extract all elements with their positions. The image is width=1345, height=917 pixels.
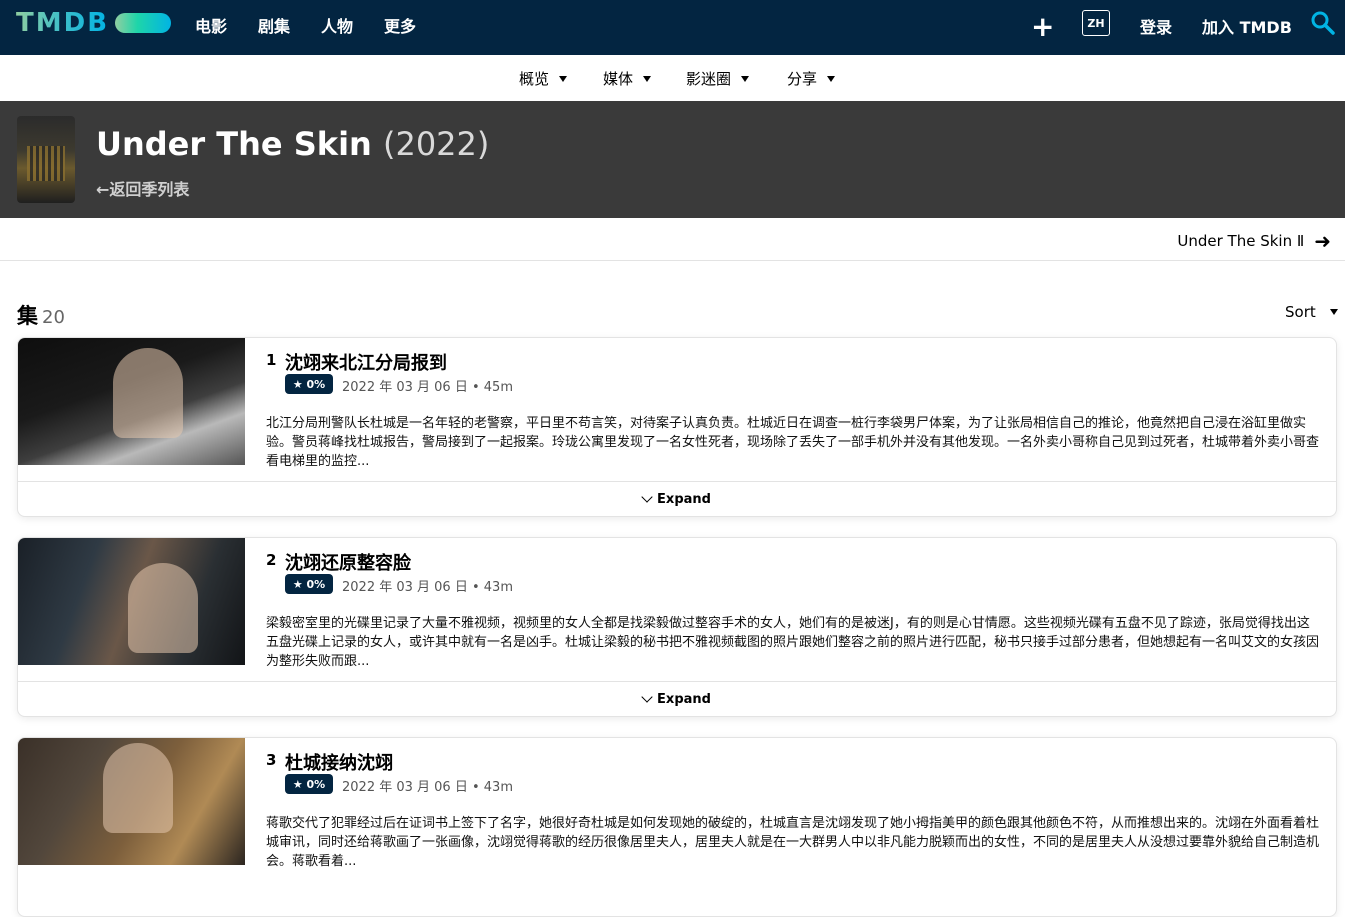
caret-down-icon <box>643 75 652 82</box>
rating-badge: ★ 0% <box>285 374 333 394</box>
still-figure <box>113 348 183 438</box>
caret-down-icon <box>1329 309 1338 315</box>
arrow-right-icon: ➜ <box>1314 229 1331 253</box>
runtime: 45m <box>483 380 513 395</box>
show-title[interactable]: Under The Skin (2022) <box>96 125 489 163</box>
still-figure <box>103 743 173 833</box>
subnav-fandom-label: 影迷圈 <box>686 70 732 88</box>
air-date: 2022 年 03 月 06 日 <box>342 380 468 395</box>
sort-dropdown[interactable]: Sort <box>1285 303 1338 321</box>
episode-still[interactable] <box>18 338 245 465</box>
caret-down-icon <box>741 75 750 82</box>
logo-pill <box>115 13 172 33</box>
search-icon[interactable] <box>1310 10 1336 36</box>
divider <box>0 260 1345 261</box>
episode-card: 3 杜城接纳沈翊 ★ 0% 2022 年 03 月 06 日 • 43m 蒋歌交… <box>17 737 1337 917</box>
expand-button[interactable]: Expand <box>18 481 1336 516</box>
top-navbar: TMDB 电影 剧集 人物 更多 + ZH 登录 加入 TMDB <box>0 0 1345 55</box>
sub-navbar: 概览 媒体 影迷圈 分享 <box>0 55 1345 101</box>
next-season-label: Under The Skin Ⅱ <box>1177 232 1305 250</box>
caret-down-icon <box>559 75 568 82</box>
back-arrow-icon: ← <box>96 180 110 199</box>
chevron-down-icon <box>641 491 653 503</box>
sort-label: Sort <box>1285 303 1316 321</box>
episode-overview: 梁毅密室里的光碟里记录了大量不雅视频，视频里的女人全都是找梁毅做过整容手术的女人… <box>266 616 1320 669</box>
episode-meta: 2022 年 03 月 06 日 • 43m <box>342 580 513 595</box>
next-season-link[interactable]: Under The Skin Ⅱ ➜ <box>1177 229 1331 253</box>
nav-tv[interactable]: 剧集 <box>258 13 290 37</box>
episode-title[interactable]: 沈翊还原整容脸 <box>285 549 411 575</box>
show-year: (2022) <box>382 125 490 163</box>
nav-people[interactable]: 人物 <box>321 13 353 37</box>
rating-badge: ★ 0% <box>285 774 333 794</box>
expand-label: Expand <box>657 691 711 707</box>
show-title-text: Under The Skin <box>96 125 372 163</box>
still-figure <box>128 563 198 653</box>
episode-number: 2 <box>266 551 277 569</box>
air-date: 2022 年 03 月 06 日 <box>342 580 468 595</box>
episodes-heading: 集 20 <box>17 300 65 330</box>
expand-label: Expand <box>657 491 711 507</box>
episode-card: 1 沈翊来北江分局报到 ★ 0% 2022 年 03 月 06 日 • 45m … <box>17 337 1337 517</box>
episode-overview: 蒋歌交代了犯罪经过后在证词书上签下了名字，她很好奇杜城是如何发现她的破绽的，杜城… <box>266 816 1320 869</box>
episode-number: 3 <box>266 751 277 769</box>
runtime: 43m <box>483 580 513 595</box>
runtime: 43m <box>483 780 513 795</box>
chevron-down-icon <box>641 691 653 703</box>
join-link[interactable]: 加入 TMDB <box>1202 14 1292 38</box>
login-link[interactable]: 登录 <box>1140 14 1172 38</box>
episode-meta: 2022 年 03 月 06 日 • 43m <box>342 780 513 795</box>
episodes-label: 集 <box>17 304 38 328</box>
poster-art <box>27 146 65 181</box>
nav-movies[interactable]: 电影 <box>195 13 227 37</box>
episodes-count: 20 <box>42 307 65 328</box>
show-poster[interactable] <box>17 116 75 203</box>
add-icon[interactable]: + <box>1031 10 1054 43</box>
episode-overview: 北江分局刑警队长杜城是一名年轻的老警察，平日里不苟言笑，对待案子认真负责。杜城近… <box>266 416 1320 469</box>
subnav-overview-label: 概览 <box>519 70 550 88</box>
episode-number: 1 <box>266 351 277 369</box>
back-link-label: 返回季列表 <box>109 180 190 199</box>
logo-text: TMDB <box>16 8 110 38</box>
episode-still[interactable] <box>18 538 245 665</box>
rating-badge: ★ 0% <box>285 574 333 594</box>
episode-card: 2 沈翊还原整容脸 ★ 0% 2022 年 03 月 06 日 • 43m 梁毅… <box>17 537 1337 717</box>
air-date: 2022 年 03 月 06 日 <box>342 780 468 795</box>
subnav-overview[interactable]: 概览 <box>519 68 568 89</box>
expand-button[interactable]: Expand <box>18 681 1336 716</box>
episode-still[interactable] <box>18 738 245 865</box>
episode-title[interactable]: 沈翊来北江分局报到 <box>285 349 447 375</box>
tmdb-logo[interactable]: TMDB <box>16 8 172 38</box>
caret-down-icon <box>827 75 836 82</box>
subnav-share-label: 分享 <box>787 70 818 88</box>
subnav-share[interactable]: 分享 <box>787 68 836 89</box>
language-button[interactable]: ZH <box>1082 10 1110 36</box>
back-to-seasons-link[interactable]: ←返回季列表 <box>96 176 189 200</box>
nav-more[interactable]: 更多 <box>384 13 416 37</box>
subnav-fandom[interactable]: 影迷圈 <box>686 68 750 89</box>
episode-title[interactable]: 杜城接纳沈翊 <box>285 749 393 775</box>
subnav-media[interactable]: 媒体 <box>603 68 652 89</box>
subnav-media-label: 媒体 <box>603 70 634 88</box>
episode-meta: 2022 年 03 月 06 日 • 45m <box>342 380 513 395</box>
